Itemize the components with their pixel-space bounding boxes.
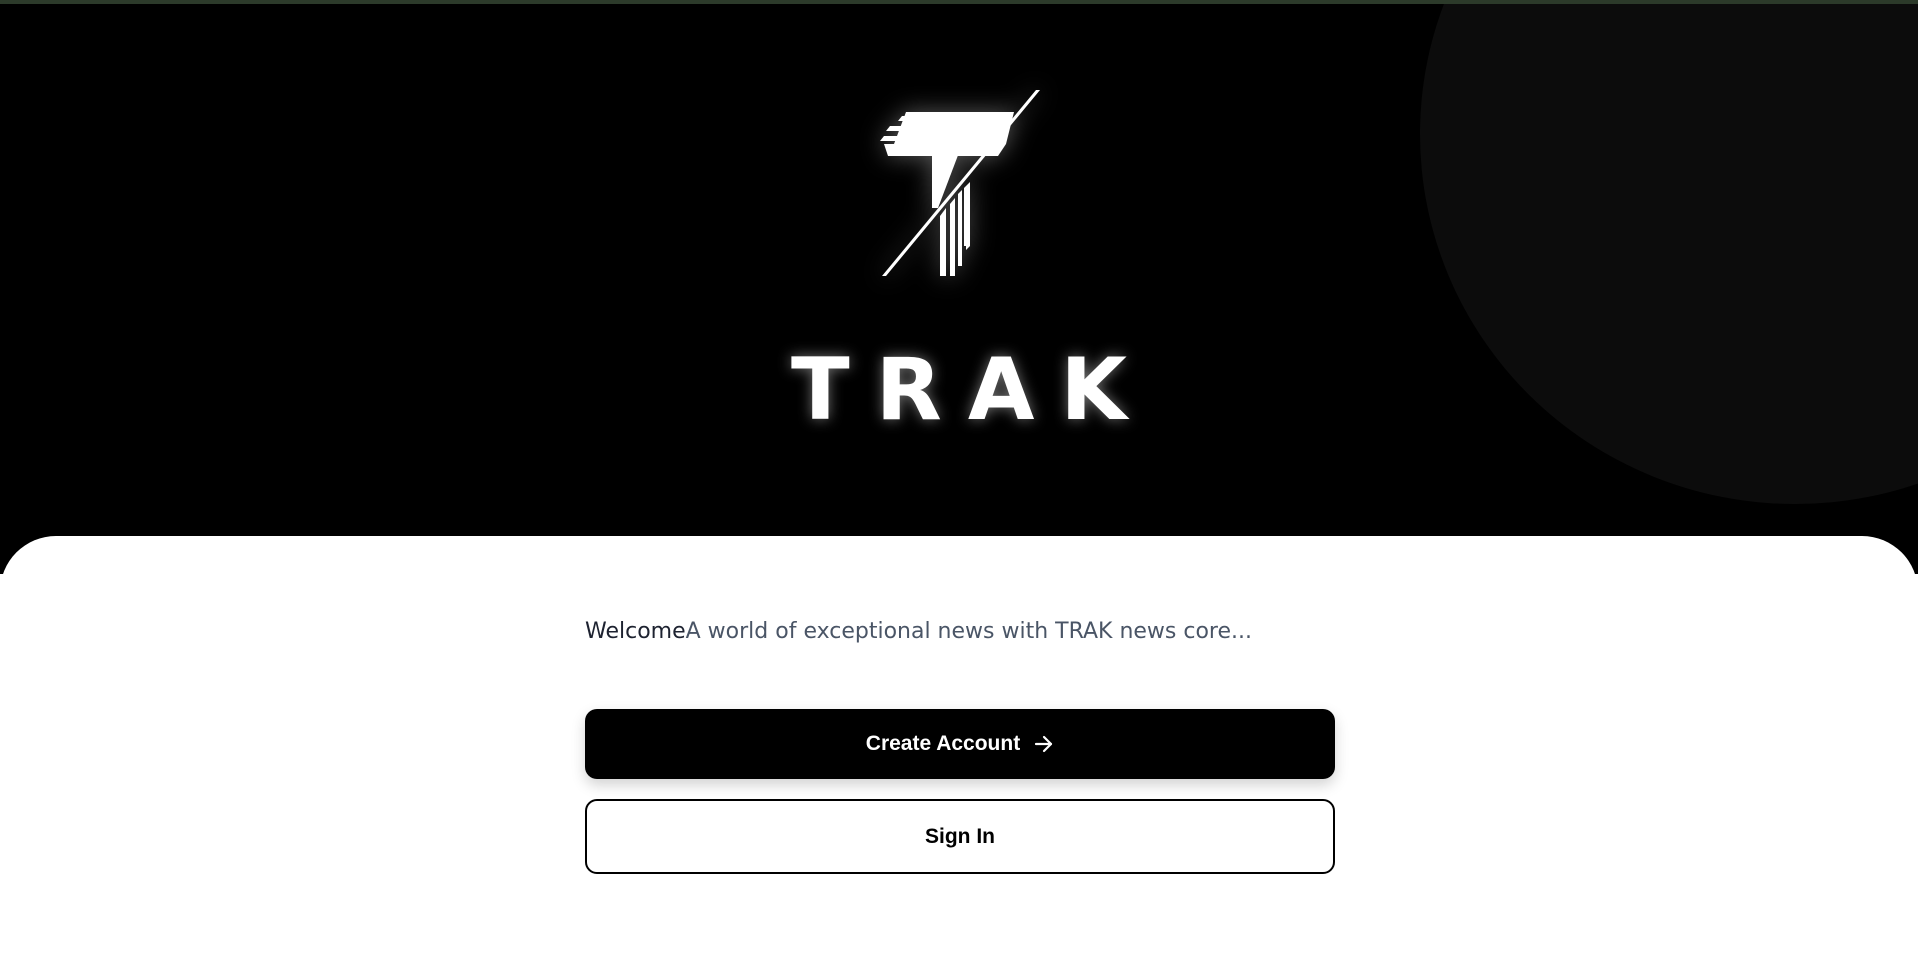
brand-wordmark: TRAK — [790, 340, 1154, 440]
welcome-title: Welcome — [585, 619, 686, 644]
hero-banner: TRAK — [0, 4, 1918, 574]
create-account-button[interactable]: Create Account — [585, 709, 1335, 779]
welcome-subtitle: A world of exceptional news with TRAK ne… — [685, 619, 1253, 644]
create-account-label: Create Account — [865, 732, 1021, 755]
sign-in-button[interactable]: Sign In — [585, 799, 1335, 874]
welcome-text: WelcomeA world of exceptional news with … — [585, 616, 1252, 648]
arrow-right-icon — [1035, 735, 1053, 753]
sign-in-label: Sign In — [925, 824, 995, 848]
trak-logo-icon — [880, 90, 1040, 276]
